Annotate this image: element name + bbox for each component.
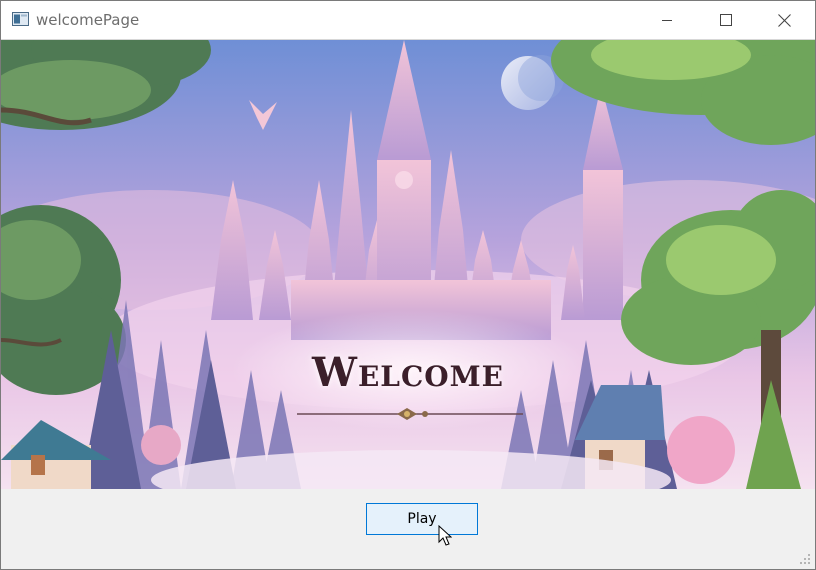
- welcome-illustration: Welcome: [1, 40, 815, 489]
- app-window: welcomePage Welcome Play: [0, 0, 816, 570]
- mouse-cursor-icon: [438, 525, 452, 546]
- window-title: welcomePage: [36, 11, 140, 29]
- ornament-flourish-icon: [297, 408, 523, 420]
- welcome-heading: Welcome: [312, 349, 504, 396]
- maximize-button[interactable]: [697, 1, 755, 39]
- maximize-icon: [720, 14, 732, 26]
- close-button[interactable]: [755, 1, 813, 39]
- title-bar[interactable]: welcomePage: [1, 1, 815, 40]
- action-bar: Play: [1, 489, 815, 569]
- app-icon: [12, 12, 29, 26]
- resize-grip-icon[interactable]: [799, 553, 811, 565]
- close-icon: [777, 13, 791, 27]
- minimize-button[interactable]: [638, 1, 696, 39]
- minimize-icon: [662, 20, 672, 21]
- play-button[interactable]: Play: [366, 503, 478, 535]
